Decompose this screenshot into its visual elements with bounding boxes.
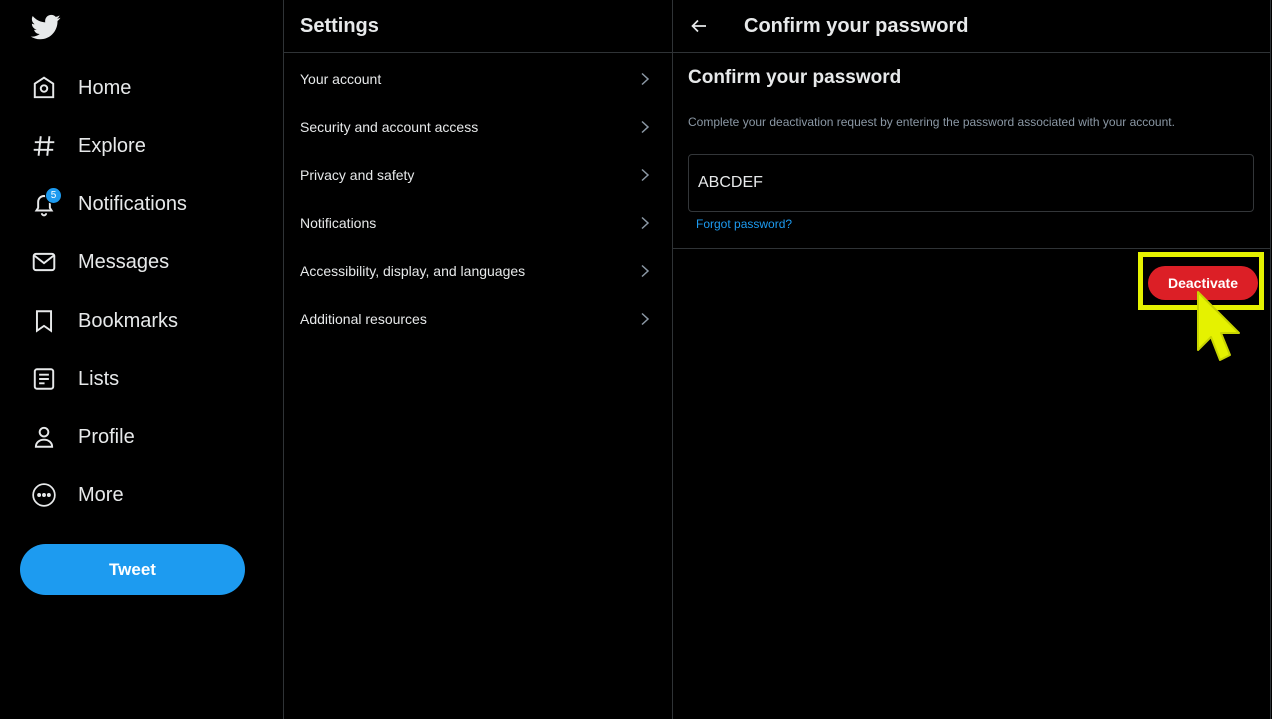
nav-label: Home (78, 76, 132, 99)
settings-item-notifications[interactable]: Notifications (284, 199, 672, 247)
settings-list: Your account Security and account access… (284, 53, 672, 343)
divider (672, 248, 1270, 249)
primary-nav: Home Explore 5 Notifications Messages Bo… (0, 0, 283, 719)
nav-label: Explore (78, 134, 146, 157)
bookmark-icon (30, 307, 58, 335)
chevron-right-icon (641, 264, 650, 278)
nav-label: Bookmarks (78, 309, 179, 332)
mouse-pointer-icon (1197, 291, 1240, 361)
chevron-right-icon (641, 312, 650, 326)
settings-item-label: Your account (300, 71, 382, 87)
nav-item-explore[interactable]: Explore (30, 126, 146, 166)
settings-item-label: Accessibility, display, and languages (300, 263, 526, 279)
twitter-bird-icon[interactable] (30, 12, 62, 42)
settings-item-label: Notifications (300, 215, 377, 231)
tweet-button[interactable]: Tweet (20, 544, 245, 595)
settings-item-privacy[interactable]: Privacy and safety (284, 151, 672, 199)
nav-item-messages[interactable]: Messages (30, 242, 169, 282)
settings-panel: Settings Your account Security and accou… (283, 0, 673, 719)
list-icon (30, 365, 58, 393)
section-title: Confirm your password (688, 67, 902, 88)
forgot-password-link[interactable]: Forgot password? (696, 217, 792, 231)
nav-item-profile[interactable]: Profile (30, 417, 135, 457)
hashtag-icon (30, 132, 58, 160)
settings-item-accessibility[interactable]: Accessibility, display, and languages (284, 247, 672, 295)
nav-label: Notifications (78, 192, 187, 215)
chevron-right-icon (641, 72, 650, 86)
settings-item-additional-resources[interactable]: Additional resources (284, 295, 672, 343)
bell-icon: 5 (30, 187, 62, 218)
chevron-right-icon (641, 120, 650, 134)
confirm-password-panel: Confirm your password Confirm your passw… (672, 0, 1271, 719)
settings-item-label: Additional resources (300, 311, 427, 327)
chevron-right-icon (641, 168, 650, 182)
envelope-icon (30, 248, 58, 276)
nav-item-home[interactable]: Home (30, 68, 131, 108)
notification-badge: 5 (45, 187, 62, 204)
nav-item-more[interactable]: More (30, 475, 124, 515)
chevron-right-icon (641, 216, 650, 230)
nav-label: Messages (78, 250, 170, 273)
password-input[interactable] (698, 174, 1238, 192)
person-icon (30, 423, 58, 451)
back-arrow-icon[interactable] (690, 15, 712, 37)
settings-item-your-account[interactable]: Your account (284, 55, 672, 103)
detail-header: Confirm your password (672, 0, 1270, 53)
header-title: Confirm your password (744, 14, 969, 37)
settings-item-label: Security and account access (300, 119, 479, 135)
nav-label: More (78, 483, 124, 506)
settings-item-label: Privacy and safety (300, 167, 415, 183)
password-field[interactable] (688, 154, 1254, 212)
home-icon (30, 74, 58, 102)
settings-item-security[interactable]: Security and account access (284, 103, 672, 151)
nav-item-lists[interactable]: Lists (30, 359, 119, 399)
settings-title: Settings (284, 0, 672, 53)
section-description: Complete your deactivation request by en… (688, 115, 1175, 129)
nav-label: Profile (78, 425, 135, 448)
nav-label: Lists (78, 367, 120, 390)
more-circle-icon (30, 481, 58, 509)
nav-item-bookmarks[interactable]: Bookmarks (30, 301, 178, 341)
nav-item-notifications[interactable]: 5 Notifications (30, 184, 187, 224)
